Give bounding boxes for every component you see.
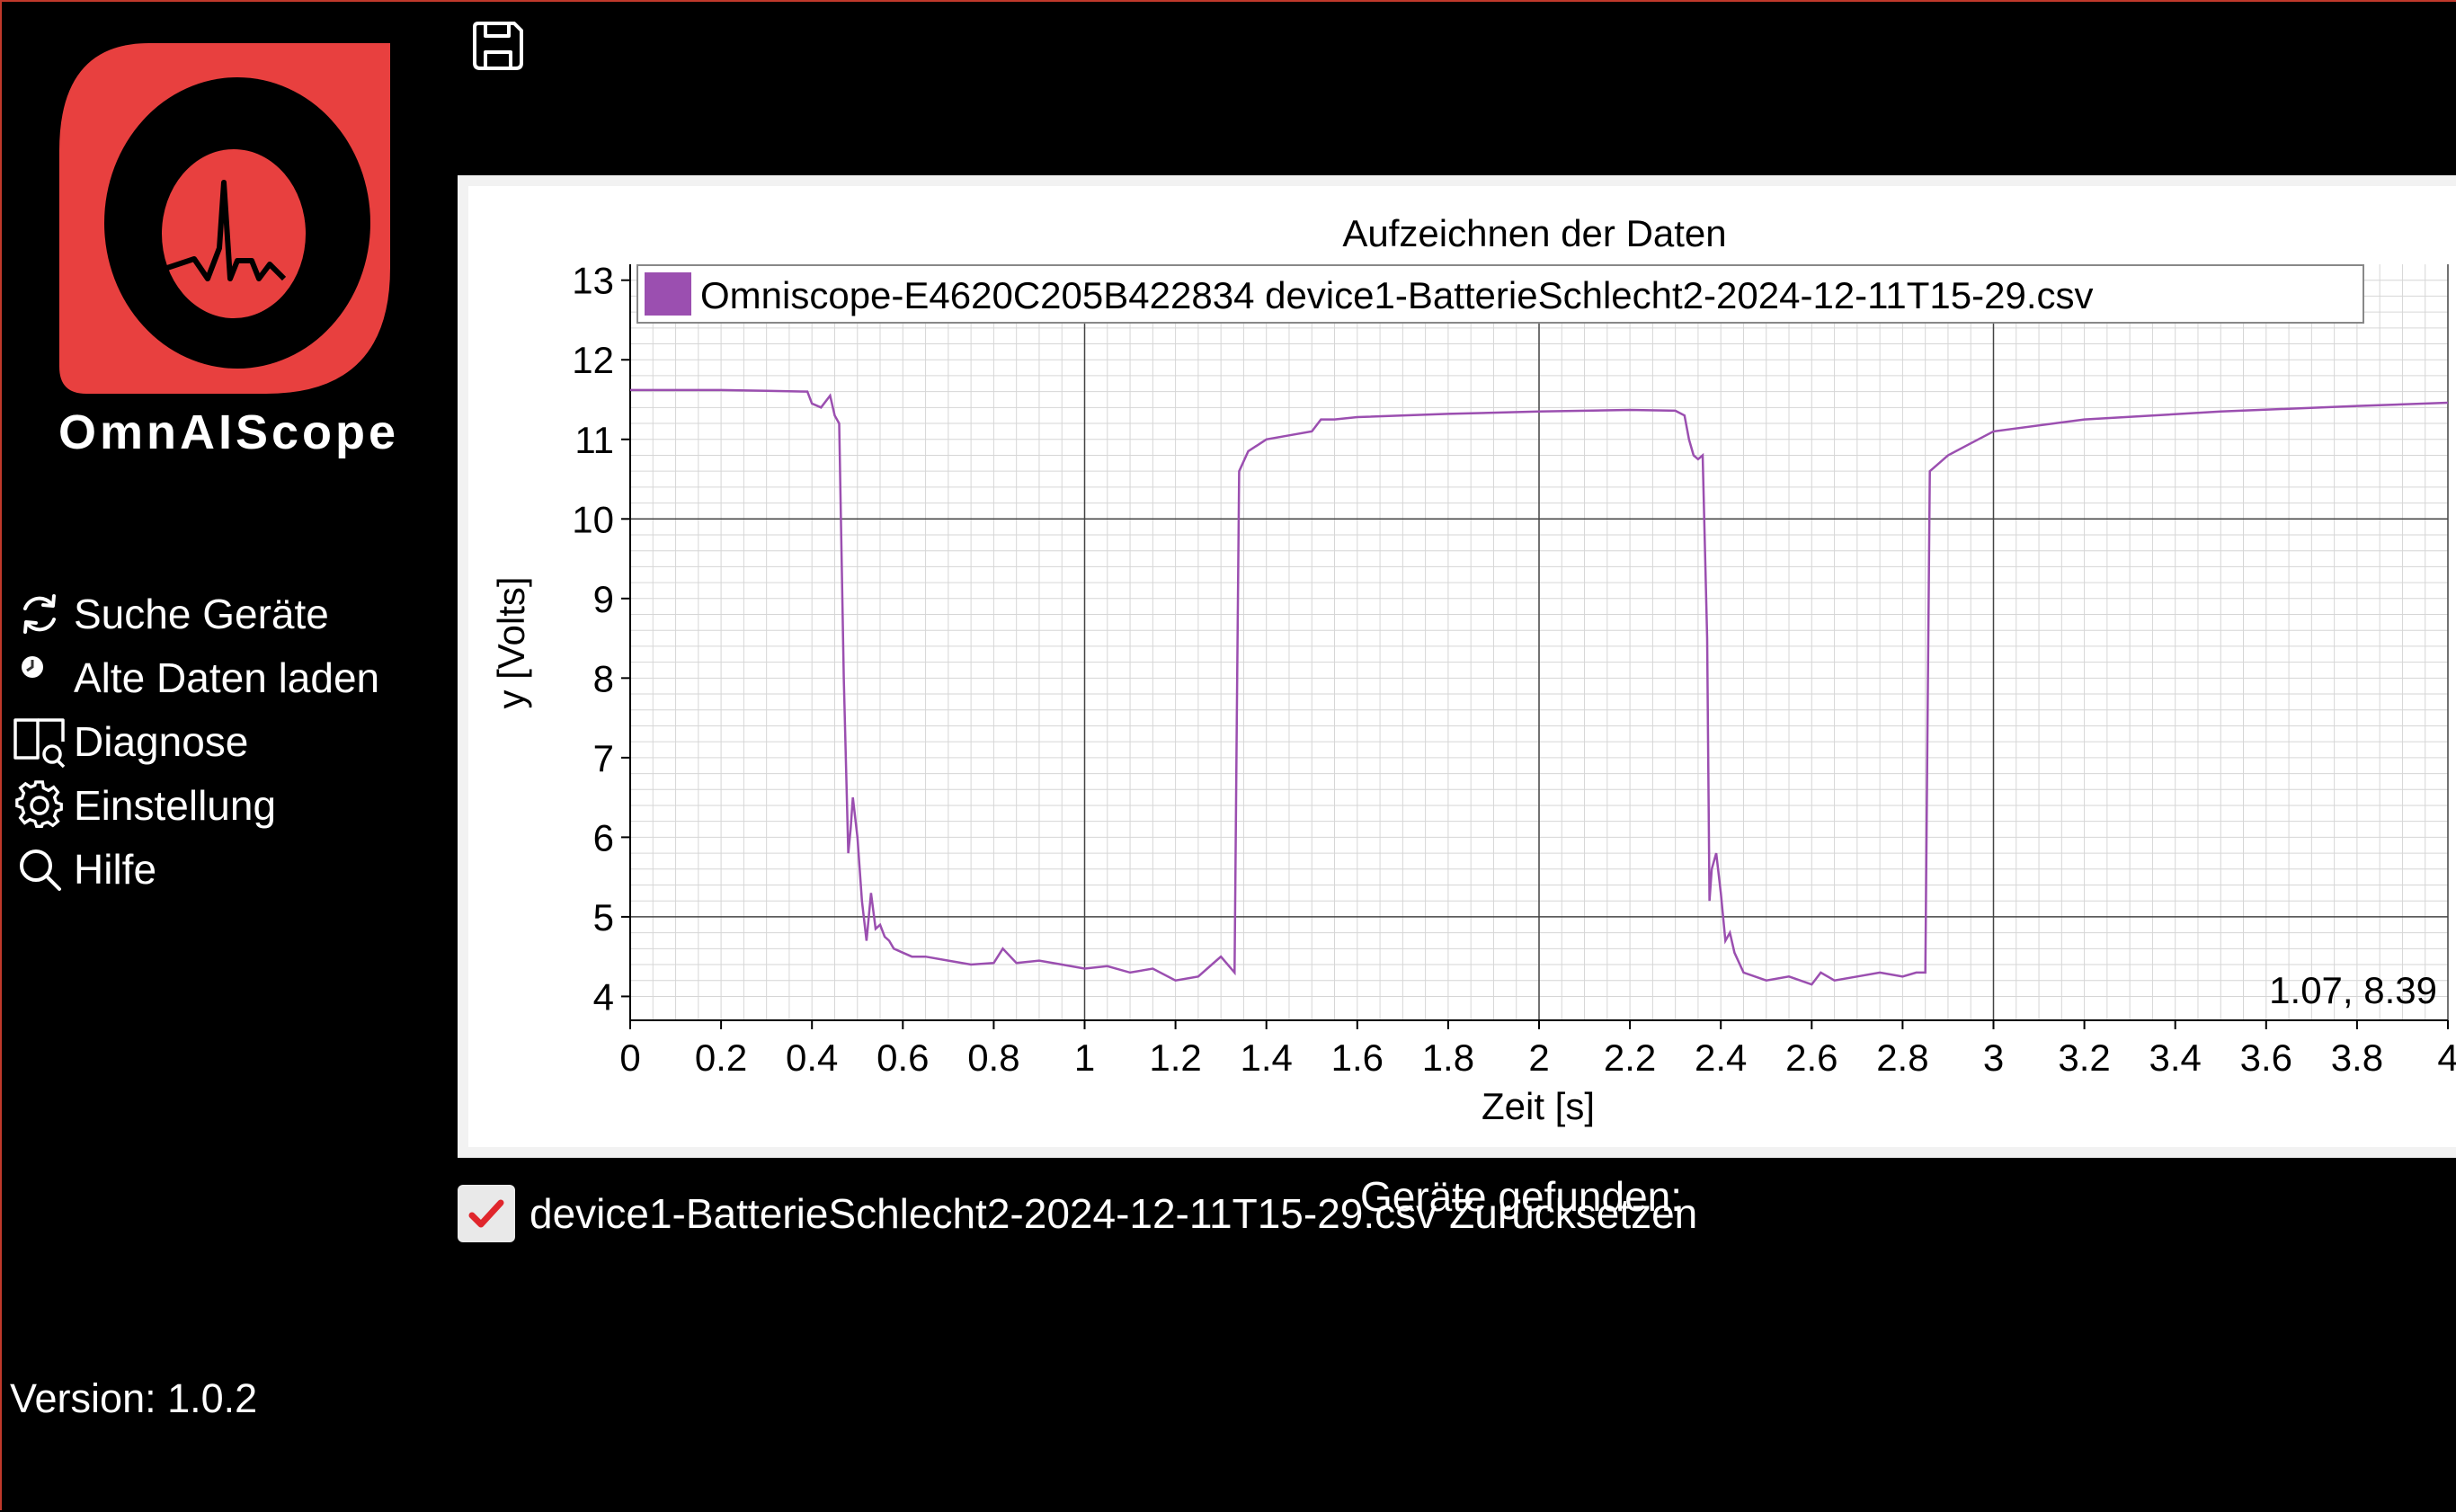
x-tick-label: 2.2	[1604, 1036, 1656, 1079]
voltage-chart: Aufzeichnen der Daten 0 0.2 0.4 0.6 0.8 1 1.2 1…	[490, 212, 2456, 1127]
refresh-icon	[11, 587, 68, 641]
nav-help-label: Hilfe	[74, 845, 157, 893]
legend-label: Omniscope-E4620C205B422834 device1-Batte…	[700, 274, 2094, 316]
device-checkbox[interactable]	[458, 1185, 515, 1242]
x-tick-label: 0.2	[695, 1036, 747, 1079]
nav-load-old-data-label: Alte Daten laden	[74, 654, 380, 701]
y-tick-label: 11	[574, 419, 614, 461]
x-tick-label: 1.4	[1241, 1036, 1293, 1079]
x-tick-label: 2	[1528, 1036, 1549, 1079]
app-window: OmnAIScope Suche Geräte Alte Daten laden…	[0, 0, 2456, 1510]
y-tick-label: 5	[593, 896, 614, 938]
x-tick-label: 0.6	[877, 1036, 929, 1079]
search-icon	[11, 842, 68, 896]
x-tick-label: 0.8	[967, 1036, 1019, 1079]
y-tick-label: 9	[593, 578, 614, 620]
nav-search-devices[interactable]: Suche Geräte	[11, 582, 379, 645]
nav-settings[interactable]: Einstellung	[11, 773, 379, 837]
x-tick-label: 0.4	[786, 1036, 838, 1079]
app-name: OmnAIScope	[58, 405, 400, 459]
y-tick-label: 6	[593, 816, 614, 858]
y-tick-label: 10	[572, 498, 614, 540]
version-label: Version: 1.0.2	[10, 1375, 258, 1421]
x-tick-label: 0	[619, 1036, 640, 1079]
nav-search-devices-label: Suche Geräte	[74, 590, 329, 637]
legend-swatch	[645, 272, 691, 316]
nav-help[interactable]: Hilfe	[11, 837, 379, 901]
device-name: device1-BatterieSchlecht2-2024-12-11T15-…	[529, 1190, 1437, 1237]
book-search-icon	[11, 715, 68, 769]
y-tick-label: 13	[572, 260, 614, 302]
x-tick-label: 4	[2437, 1036, 2456, 1079]
x-tick-label: 3.2	[2058, 1036, 2110, 1079]
load-data-icon	[11, 651, 68, 705]
save-icon	[473, 22, 523, 70]
y-tick-label: 7	[593, 737, 614, 779]
nav-diagnose[interactable]: Diagnose	[11, 709, 379, 773]
plot-panel: Aufzeichnen der Daten 0 0.2 0.4 0.6 0.8 1 1.2 1…	[458, 175, 2456, 1158]
x-tick-labels: 0 0.2 0.4 0.6 0.8 1 1.2 1.4 1.6 1.8 2 2.2 2.4 2.6 2.8 3…	[619, 1020, 2456, 1079]
nav-settings-label: Einstellung	[74, 781, 277, 829]
reset-button[interactable]: Zurücksetzen	[1449, 1189, 1697, 1238]
x-tick-label: 1.2	[1149, 1036, 1201, 1079]
y-tick-label: 8	[593, 657, 614, 699]
chart-title: Aufzeichnen der Daten	[1342, 212, 1726, 254]
x-tick-label: 3	[1983, 1036, 2004, 1079]
x-tick-label: 1	[1074, 1036, 1095, 1079]
x-tick-label: 2.8	[1876, 1036, 1928, 1079]
x-tick-label: 2.4	[1695, 1036, 1747, 1079]
checkmark-icon	[468, 1199, 504, 1228]
legend: Omniscope-E4620C205B422834 device1-Batte…	[636, 264, 2364, 324]
x-tick-label: 1.6	[1331, 1036, 1384, 1079]
device-row: device1-BatterieSchlecht2-2024-12-11T15-…	[458, 1184, 1697, 1243]
nav-diagnose-label: Diagnose	[74, 717, 249, 765]
y-tick-label: 12	[572, 339, 614, 381]
x-tick-label: 2.6	[1785, 1036, 1838, 1079]
y-tick-label: 4	[593, 975, 614, 1018]
x-axis-label: Zeit [s]	[1482, 1085, 1595, 1127]
x-tick-label: 3.4	[2149, 1036, 2202, 1079]
x-tick-label: 3.8	[2331, 1036, 2383, 1079]
y-tick-labels: 4 5 6 7 8 9 10 11 12 13	[572, 260, 630, 1018]
plot-area[interactable]: Aufzeichnen der Daten 0 0.2 0.4 0.6 0.8 1 1.2 1…	[468, 186, 2456, 1147]
gear-icon	[11, 778, 68, 832]
save-button[interactable]	[469, 16, 527, 74]
app-logo	[59, 43, 390, 394]
sidebar: OmnAIScope Suche Geräte Alte Daten laden…	[2, 2, 456, 1512]
x-tick-label: 3.6	[2240, 1036, 2292, 1079]
nav-load-old-data[interactable]: Alte Daten laden	[11, 645, 379, 709]
x-tick-label: 1.8	[1422, 1036, 1474, 1079]
cursor-readout: 1.07, 8.39	[2269, 969, 2437, 1011]
sidebar-nav: Suche Geräte Alte Daten laden Diagnose E…	[11, 582, 379, 901]
y-axis-label: y [Volts]	[490, 576, 532, 708]
